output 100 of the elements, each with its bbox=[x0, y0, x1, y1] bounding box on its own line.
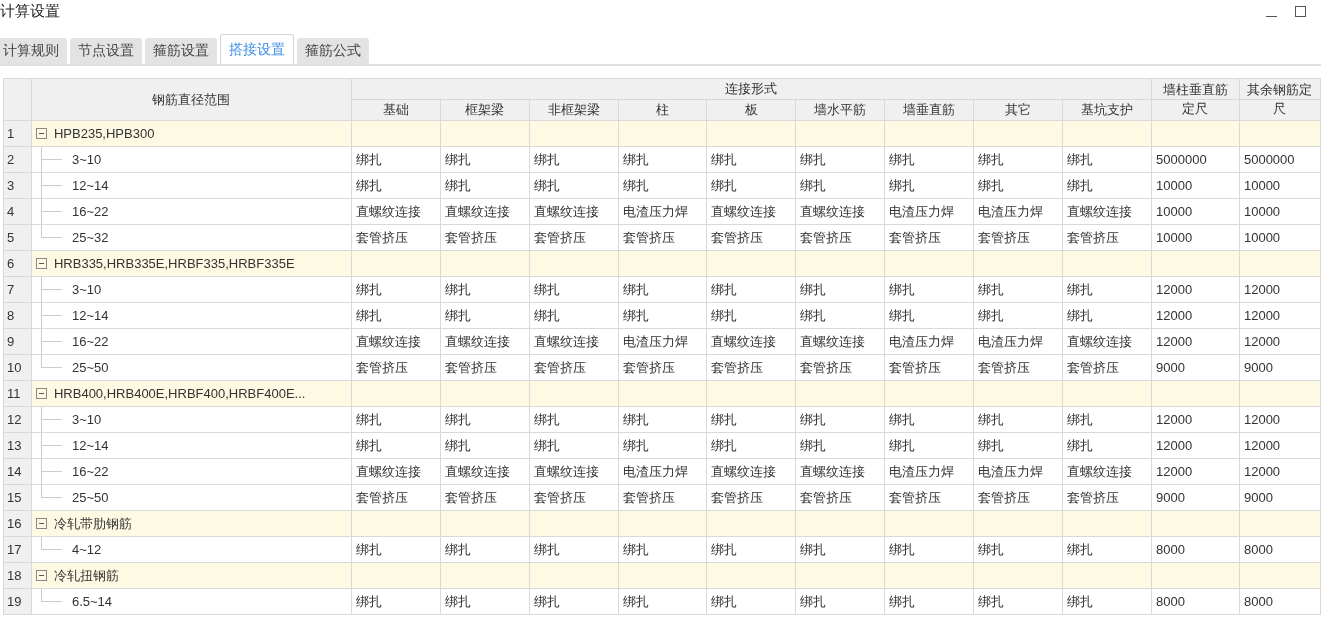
table-cell: 绑扎 bbox=[711, 593, 738, 609]
table-cell: 绑扎 bbox=[711, 177, 738, 193]
table-cell: 10000 bbox=[1243, 230, 1281, 245]
table-cell: 10000 bbox=[1156, 204, 1193, 219]
table-cell: 套管挤压 bbox=[711, 489, 764, 505]
tab[interactable]: 箍筋公式 bbox=[297, 38, 369, 64]
collapse-icon[interactable] bbox=[35, 388, 47, 399]
tree-line bbox=[40, 147, 62, 172]
tree-line bbox=[40, 537, 62, 550]
table-cell: 9000 bbox=[1156, 360, 1185, 375]
table-cell: 直螺纹连接 bbox=[800, 463, 866, 479]
table-cell: 电渣压力焊 bbox=[978, 333, 1044, 349]
row-number: 16 bbox=[3, 510, 32, 537]
table-cell: 直螺纹连接 bbox=[533, 333, 599, 349]
table-cell: 绑扎 bbox=[800, 411, 827, 427]
table-cell: 直螺纹连接 bbox=[355, 333, 421, 349]
table-cell: 套管挤压 bbox=[355, 229, 408, 245]
table-cell: 绑扎 bbox=[355, 437, 382, 453]
collapse-icon[interactable] bbox=[35, 128, 47, 139]
table-cell: 绑扎 bbox=[355, 593, 382, 609]
table-cell: 绑扎 bbox=[889, 541, 916, 557]
table-cell: 直螺纹连接 bbox=[444, 463, 510, 479]
collapse-icon[interactable] bbox=[35, 518, 47, 529]
table-cell: 12000 bbox=[1243, 464, 1281, 479]
table-cell: 直螺纹连接 bbox=[444, 333, 510, 349]
table-cell: 电渣压力焊 bbox=[889, 333, 955, 349]
table-cell: 12000 bbox=[1243, 412, 1281, 427]
table-cell: 绑扎 bbox=[355, 177, 382, 193]
diameter-range: 3~10 bbox=[71, 152, 102, 167]
table-cell: 套管挤压 bbox=[1067, 359, 1120, 375]
table-cell: 套管挤压 bbox=[622, 489, 675, 505]
maximize-icon[interactable] bbox=[1295, 5, 1306, 17]
tab[interactable]: 箍筋设置 bbox=[145, 38, 217, 64]
row-number: 18 bbox=[3, 562, 32, 589]
table-cell: 8000 bbox=[1243, 542, 1273, 557]
collapse-icon[interactable] bbox=[35, 570, 47, 581]
table-cell: 套管挤压 bbox=[889, 229, 942, 245]
table-cell: 电渣压力焊 bbox=[978, 463, 1044, 479]
table-cell: 绑扎 bbox=[978, 177, 1005, 193]
table-cell: 绑扎 bbox=[978, 151, 1005, 167]
table-cell: 直螺纹连接 bbox=[533, 463, 599, 479]
table-cell: 绑扎 bbox=[444, 177, 471, 193]
row-number: 11 bbox=[3, 380, 32, 407]
table-cell: 绑扎 bbox=[1067, 593, 1094, 609]
table-cell: 直螺纹连接 bbox=[1067, 463, 1133, 479]
table-cell: 绑扎 bbox=[889, 177, 916, 193]
corner-header bbox=[3, 78, 32, 121]
diameter-range: 16~22 bbox=[71, 204, 109, 219]
table-cell: 绑扎 bbox=[800, 307, 827, 323]
row-number: 15 bbox=[3, 484, 32, 511]
table-cell: 12000 bbox=[1243, 308, 1281, 323]
table-cell: 绑扎 bbox=[711, 541, 738, 557]
table-cell: 套管挤压 bbox=[889, 359, 942, 375]
table-cell: 套管挤压 bbox=[444, 489, 497, 505]
row-number: 2 bbox=[3, 146, 32, 173]
table-cell: 绑扎 bbox=[1067, 411, 1094, 427]
table-cell: 绑扎 bbox=[711, 281, 738, 297]
table-cell: 绑扎 bbox=[444, 411, 471, 427]
table-cell: 8000 bbox=[1156, 594, 1185, 609]
table-cell: 套管挤压 bbox=[978, 489, 1031, 505]
table-cell: 绑扎 bbox=[533, 411, 560, 427]
table-cell: 套管挤压 bbox=[622, 359, 675, 375]
tab[interactable]: 搭接设置 bbox=[220, 34, 294, 64]
table-cell: 绑扎 bbox=[800, 177, 827, 193]
table-cell: 电渣压力焊 bbox=[889, 463, 955, 479]
table-cell: 9000 bbox=[1243, 490, 1273, 505]
table-cell: 绑扎 bbox=[533, 281, 560, 297]
table-cell: 9000 bbox=[1243, 360, 1273, 375]
table-cell: 绑扎 bbox=[800, 593, 827, 609]
table-cell: 电渣压力焊 bbox=[622, 333, 688, 349]
group-name: 冷轧扭钢筋 bbox=[53, 566, 119, 585]
table-cell: 电渣压力焊 bbox=[889, 203, 955, 219]
diameter-range: 3~10 bbox=[71, 412, 102, 427]
table-cell: 套管挤压 bbox=[533, 489, 586, 505]
diameter-range: 16~22 bbox=[71, 334, 109, 349]
tree-line bbox=[40, 407, 62, 432]
table-cell: 绑扎 bbox=[622, 281, 649, 297]
table-cell: 12000 bbox=[1156, 412, 1193, 427]
group-name: 冷轧带肋钢筋 bbox=[53, 514, 132, 533]
table-cell: 绑扎 bbox=[1067, 541, 1094, 557]
table-cell: 直螺纹连接 bbox=[711, 333, 777, 349]
tab[interactable]: 节点设置 bbox=[70, 38, 142, 64]
table-cell: 10000 bbox=[1156, 178, 1193, 193]
table-cell: 绑扎 bbox=[444, 437, 471, 453]
tab[interactable]: 计算规则 bbox=[0, 38, 67, 64]
tree-line bbox=[40, 589, 62, 602]
table-cell: 绑扎 bbox=[978, 593, 1005, 609]
tree-line bbox=[40, 433, 62, 458]
column-header: 其余钢筋定 bbox=[1239, 78, 1321, 100]
minimize-icon[interactable] bbox=[1266, 15, 1277, 17]
diameter-range: 12~14 bbox=[71, 438, 109, 453]
tree-line bbox=[40, 173, 62, 198]
table-cell: 绑扎 bbox=[533, 151, 560, 167]
table-cell: 电渣压力焊 bbox=[622, 203, 688, 219]
row-number: 10 bbox=[3, 354, 32, 381]
row-number: 9 bbox=[3, 328, 32, 355]
table-cell: 绑扎 bbox=[800, 151, 827, 167]
collapse-icon[interactable] bbox=[35, 258, 47, 269]
table-cell: 绑扎 bbox=[1067, 177, 1094, 193]
table-cell: 绑扎 bbox=[622, 151, 649, 167]
